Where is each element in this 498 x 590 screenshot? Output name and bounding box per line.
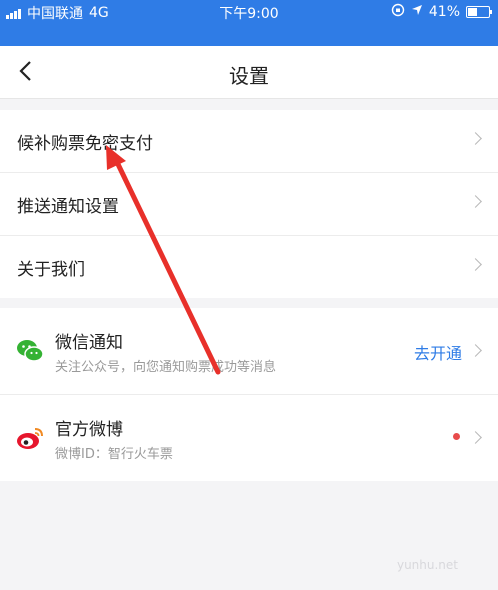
- chevron-right-icon: [469, 344, 482, 357]
- chevron-right-icon: [469, 195, 482, 208]
- chevron-right-icon: [469, 431, 482, 444]
- chevron-right-icon: [469, 132, 482, 145]
- row-label: 候补购票免密支付: [17, 134, 153, 154]
- wechat-icon: [16, 338, 44, 364]
- page-title: 设置: [229, 64, 269, 88]
- unread-badge: [453, 433, 460, 440]
- wechat-notification-item[interactable]: 微信通知 关注公众号，向您通知购票成功等消息 去开通: [0, 308, 498, 395]
- wechat-title: 微信通知: [55, 333, 123, 353]
- wechat-subtitle: 关注公众号，向您通知购票成功等消息: [55, 360, 277, 375]
- weibo-subtitle: 微博ID：智行火车票: [55, 447, 173, 462]
- chevron-right-icon: [469, 258, 482, 271]
- nav-bar: 设置: [0, 46, 498, 99]
- wechat-enable-link[interactable]: 去开通: [414, 340, 462, 364]
- rotation-lock-icon: [391, 3, 405, 21]
- settings-item-waitlist-payment[interactable]: 候补购票免密支付: [0, 110, 498, 173]
- status-time: 下午9:00: [219, 6, 279, 22]
- settings-item-about-us[interactable]: 关于我们: [0, 236, 498, 298]
- location-icon: [411, 4, 423, 20]
- battery-icon: [466, 6, 492, 18]
- header-strip: [0, 24, 498, 46]
- battery-percent: 41%: [428, 4, 460, 20]
- settings-group: 候补购票免密支付 推送通知设置 关于我们: [0, 110, 498, 298]
- weibo-title: 官方微博: [55, 420, 123, 440]
- weibo-icon: [16, 425, 44, 451]
- social-group: 微信通知 关注公众号，向您通知购票成功等消息 去开通 官方微博 微博ID：智行火…: [0, 308, 498, 481]
- row-label: 推送通知设置: [17, 197, 119, 217]
- watermark: yunhu.net: [396, 558, 458, 572]
- status-bar: 中国联通 4G 下午9:00 41%: [0, 0, 498, 24]
- settings-item-push-notifications[interactable]: 推送通知设置: [0, 173, 498, 236]
- row-label: 关于我们: [17, 260, 85, 280]
- weibo-item[interactable]: 官方微博 微博ID：智行火车票: [0, 395, 498, 481]
